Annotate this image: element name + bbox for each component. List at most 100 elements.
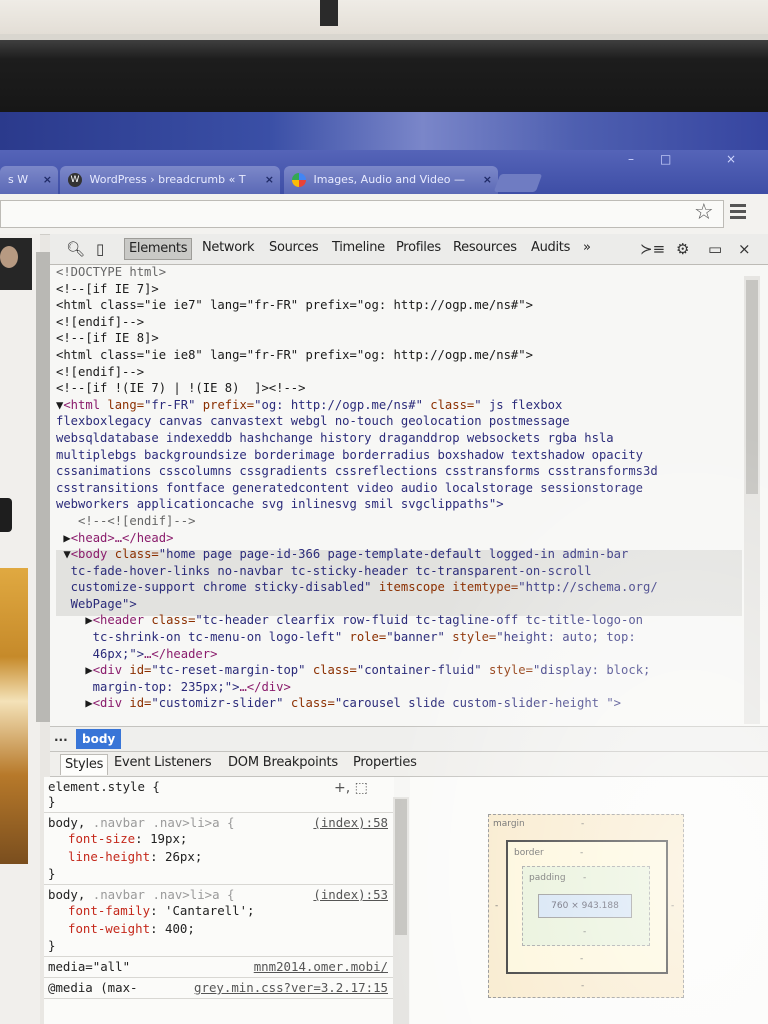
dom-node-line[interactable]: cssanimations csscolumns cssgradients cs… [56, 463, 742, 480]
code-token: <!--[if IE 8]> [56, 331, 159, 346]
menu-icon[interactable] [730, 204, 746, 222]
tab-network[interactable]: Network [202, 240, 254, 255]
tab-title: Images, Audio and Video — [313, 173, 465, 186]
dom-node-line[interactable]: <!--[if IE 8]> [56, 330, 742, 347]
tab-properties[interactable]: Properties [353, 755, 417, 770]
dom-tree-scrollbar[interactable] [744, 276, 760, 724]
tab-profiles[interactable]: Profiles [396, 240, 441, 255]
scrollbar-thumb[interactable] [746, 280, 758, 494]
minimize-icon[interactable]: – [628, 152, 634, 166]
dom-node-line[interactable]: ▶<div id="customizr-slider" class="carou… [56, 695, 742, 712]
dom-node-line[interactable]: webworkers applicationcache svg inlinesv… [56, 496, 742, 513]
rule-source-link[interactable]: (index):53 [313, 887, 388, 902]
breadcrumb [50, 726, 768, 752]
maximize-icon[interactable]: □ [660, 152, 671, 166]
dom-node-line[interactable]: <!--[if IE 7]> [56, 281, 742, 298]
tab-resources[interactable]: Resources [453, 240, 517, 255]
breadcrumb-body[interactable]: body [76, 729, 122, 749]
dom-node-line[interactable]: websqldatabase indexeddb hashchange hist… [56, 430, 742, 447]
close-tab-icon[interactable]: × [483, 166, 492, 194]
browser-tab-2[interactable]: W WordPress › breadcrumb « T × [60, 166, 280, 194]
gear-icon[interactable]: ⚙ [676, 240, 689, 258]
dom-node-line[interactable]: <!--[if !(IE 7) | !(IE 8) ]><!--> [56, 380, 742, 397]
styles-scrollbar[interactable] [393, 797, 409, 1024]
code-token: "container-fluid" [356, 663, 489, 678]
dom-node-line[interactable]: ▶<header class="tc-header clearfix row-f… [56, 612, 742, 629]
code-token: <html class="ie ie7" lang="fr-FR" prefix… [56, 298, 533, 313]
device-mode-icon[interactable]: ▯ [96, 240, 104, 258]
dom-tree[interactable]: <!DOCTYPE html> <!--[if IE 7]> <html class… [56, 264, 742, 724]
rule-source-link[interactable]: (index):58 [313, 815, 388, 830]
more-tabs-icon[interactable]: » [583, 240, 591, 255]
box-model-content: 760 × 943.188 [538, 894, 632, 918]
tab-sources[interactable]: Sources [269, 240, 319, 255]
dom-node-line[interactable]: <!DOCTYPE html> [56, 264, 742, 281]
tab-timeline[interactable]: Timeline [332, 240, 385, 255]
dom-node-line[interactable]: margin-top: 235px;">…</div> [56, 679, 742, 696]
code-token: <head>…</head> [70, 530, 174, 545]
code-token: …</div> [239, 679, 291, 694]
devtools-tab-bar: 🔍︎ ▯ Elements Network Sources Timeline P… [50, 234, 768, 265]
breadcrumb-more[interactable]: ... [54, 730, 68, 744]
new-style-rule-icon[interactable]: +, ⬚ [334, 780, 368, 796]
close-tab-icon[interactable]: × [43, 166, 52, 194]
rule-source-link[interactable]: grey.min.css?ver=3.2.17:15 [194, 980, 388, 995]
style-rule[interactable]: body, .navbar .nav>li>a {(index):53 font-… [44, 885, 394, 957]
css-property[interactable]: line-height: 26px; [48, 848, 390, 866]
tab-audits[interactable]: Audits [531, 240, 570, 255]
dom-node-line[interactable]: <html class="ie ie8" lang="fr-FR" prefix… [56, 347, 742, 364]
code-token: class= [312, 663, 357, 678]
code-token: tc-shrink-on tc-menu-on logo-left" [56, 630, 350, 645]
search-icon[interactable]: 🔍︎ [66, 240, 85, 258]
rule-source-link[interactable]: mnm2014.omer.mobi/ [254, 959, 388, 974]
dom-node-line[interactable]: <![endif]--> [56, 314, 742, 331]
dom-node-line[interactable]: tc-shrink-on tc-menu-on logo-left" role=… [56, 629, 742, 646]
tab-styles[interactable]: Styles [60, 754, 109, 775]
dom-node-line[interactable]: flexboxlegacy canvas canvastext webgl no… [56, 413, 742, 430]
address-bar[interactable] [0, 200, 724, 228]
selector-text: body, [48, 815, 93, 830]
dom-node-line[interactable]: tc-fade-hover-links no-navbar tc-sticky-… [56, 563, 742, 580]
close-window-icon[interactable]: × [726, 152, 736, 166]
tab-dom-breakpoints[interactable]: DOM Breakpoints [228, 755, 338, 770]
browser-tab-1[interactable]: s W × [0, 166, 58, 194]
tab-elements[interactable]: Elements [124, 238, 193, 260]
dom-node-line[interactable]: ▼<html lang="fr-FR" prefix="og: http://o… [56, 397, 742, 414]
tab-event-listeners[interactable]: Event Listeners [114, 755, 212, 770]
dom-node-line[interactable]: 46px;">…</header> [56, 646, 742, 663]
dom-node-line[interactable]: <!--<![endif]--> [56, 513, 742, 530]
bookmark-star-icon[interactable]: ☆ [694, 200, 714, 225]
close-tab-icon[interactable]: × [265, 166, 274, 194]
dom-node-line[interactable]: <![endif]--> [56, 364, 742, 381]
css-property[interactable]: font-size: 19px; [48, 830, 390, 848]
new-tab-button[interactable] [493, 174, 543, 192]
dom-node-line[interactable]: WebPage"> [56, 596, 742, 613]
style-rule[interactable]: media="all" mnm2014.omer.mobi/ [44, 957, 394, 978]
dom-node-line[interactable]: <html class="ie ie7" lang="fr-FR" prefix… [56, 297, 742, 314]
code-token: "height: auto; top: [496, 630, 636, 645]
browser-tab-3[interactable]: Images, Audio and Video — × [284, 166, 498, 194]
dom-node-line[interactable]: multiplebgs backgroundsize borderimage b… [56, 447, 742, 464]
dock-icon[interactable]: ▭ [708, 240, 722, 258]
styles-pane[interactable]: element.style {} body, .navbar .nav>li>a … [44, 777, 394, 1024]
css-property[interactable]: font-weight: 400; [48, 920, 390, 938]
code-token: class= [430, 397, 475, 412]
page-button[interactable] [0, 498, 12, 532]
css-property[interactable]: font-family: 'Cantarell'; [48, 902, 390, 920]
console-drawer-icon[interactable]: ≻≡ [640, 240, 665, 258]
style-rule[interactable]: body, .navbar .nav>li>a {(index):58 font-… [44, 813, 394, 885]
close-icon[interactable]: × [738, 240, 751, 258]
page-scrollbar[interactable] [36, 252, 50, 722]
dom-node-line[interactable]: ▶<head>…</head> [56, 530, 742, 547]
dom-node-line[interactable]: ▼<body class="home page page-id-366 page… [56, 546, 742, 563]
dom-node-line[interactable]: csstransitions fontface generatedcontent… [56, 480, 742, 497]
scrollbar-thumb[interactable] [395, 799, 407, 935]
code-token: websqldatabase indexeddb hashchange hist… [56, 430, 614, 445]
dom-node-line[interactable]: customize-support chrome sticky-disabled… [56, 579, 742, 596]
code-token: lang= [107, 397, 145, 412]
dom-node-line[interactable]: ▶<div id="tc-reset-margin-top" class="co… [56, 662, 742, 679]
style-rule[interactable]: @media (max-grey.min.css?ver=3.2.17:15 [44, 978, 394, 999]
code-token: <header [92, 613, 152, 628]
property-value: 'Cantarell'; [164, 903, 255, 918]
code-token: prefix= [202, 397, 255, 412]
